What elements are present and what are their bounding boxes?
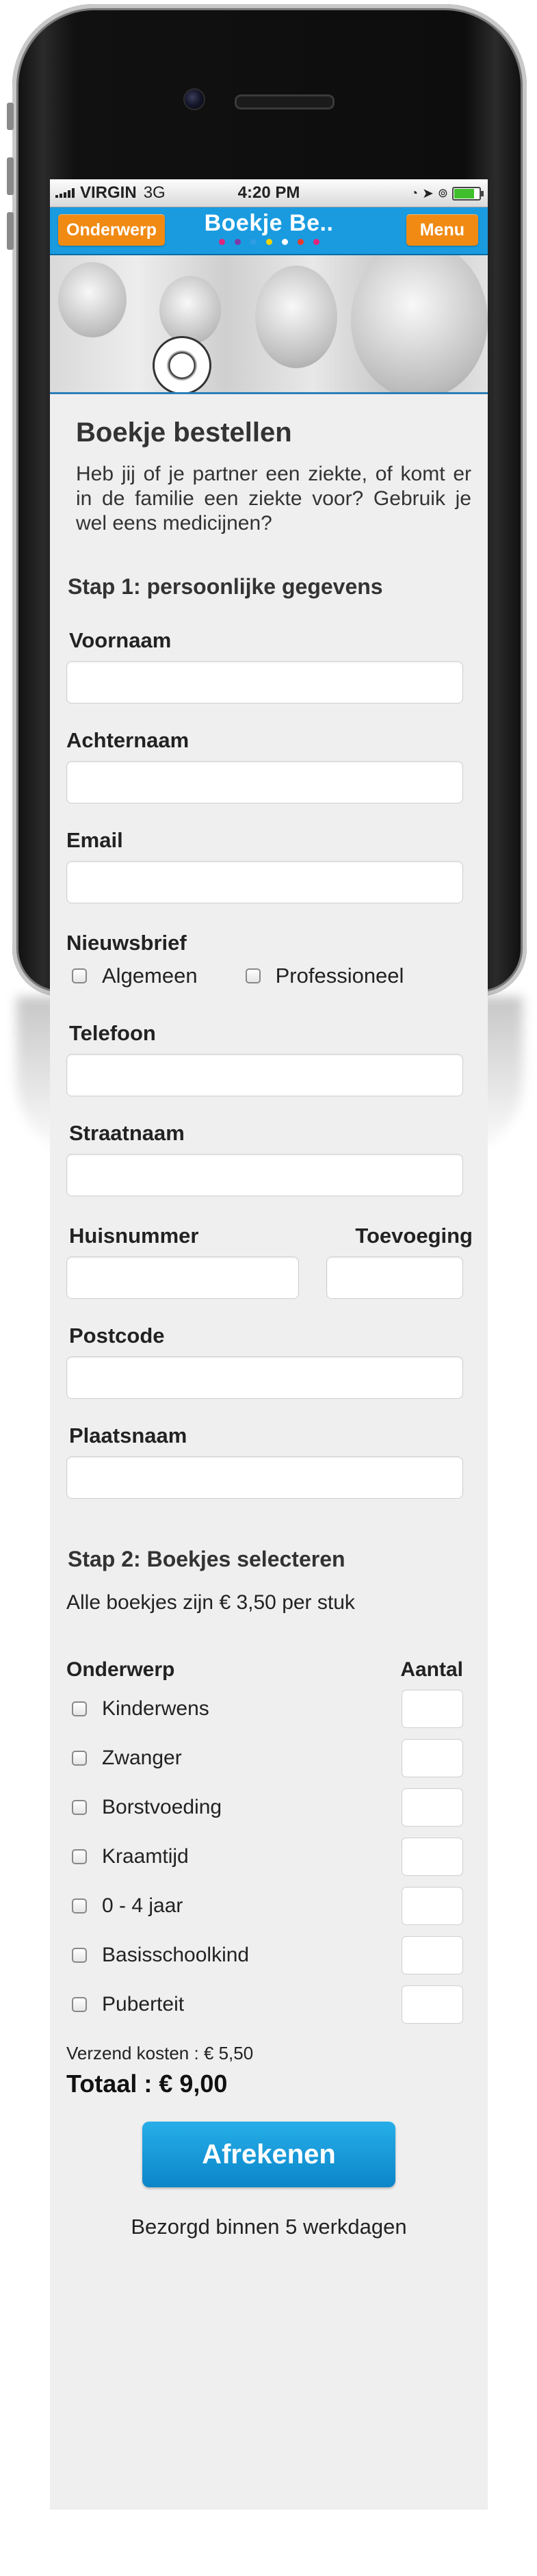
phone-screen: VIRGIN 3G 4:20 PM ◔ ➤ ⊚ Onderwerp Boekje…: [50, 179, 488, 2510]
mute-switch: [7, 103, 14, 130]
order-form: Boekje bestellen Heb jij of je partner e…: [50, 417, 488, 2239]
toddler-photo: [159, 276, 221, 344]
subject-column-header: Onderwerp: [66, 1658, 175, 1681]
brand-dot: [265, 239, 272, 245]
phone-input[interactable]: [66, 1054, 463, 1096]
order-item-checkbox[interactable]: [72, 1701, 87, 1716]
last-name-input[interactable]: [66, 761, 463, 803]
step1-heading: Stap 1: persoonlijke gegevens: [68, 574, 383, 599]
street-label: Straatnaam: [69, 1121, 185, 1145]
volume-up-button: [7, 157, 14, 195]
first-name-input[interactable]: [66, 661, 463, 704]
order-item-quantity-input[interactable]: [402, 1936, 463, 1974]
brand-dot: [297, 239, 304, 245]
order-item-label: Borstvoeding: [102, 1796, 222, 1818]
order-row: 0 - 4 jaar: [66, 1881, 463, 1931]
city-label: Plaatsnaam: [69, 1424, 187, 1447]
order-table-header: Onderwerp Aantal: [66, 1658, 463, 1682]
alarm-icon: ⊚: [437, 186, 448, 200]
last-name-label: Achternaam: [66, 728, 189, 752]
order-item-label: Kinderwens: [102, 1697, 209, 1720]
order-total: Totaal : € 9,00: [66, 2070, 228, 2098]
order-item-checkbox[interactable]: [72, 1948, 87, 1963]
newsletter-label: Nieuwsbrief: [66, 931, 187, 955]
first-name-label: Voornaam: [69, 628, 172, 652]
order-item-quantity-input[interactable]: [402, 1985, 463, 2024]
page-title: Boekje bestellen: [76, 417, 292, 448]
brand-dot: [313, 239, 319, 245]
front-camera: [183, 88, 205, 110]
order-row: Kinderwens: [66, 1684, 463, 1734]
order-item-label: Basisschoolkind: [102, 1944, 250, 1966]
order-list: Kinderwens Zwanger Borstvoeding Kraamtijd 0 …: [66, 1684, 463, 2029]
order-row: Borstvoeding: [66, 1783, 463, 1832]
status-bar: VIRGIN 3G 4:20 PM ◔ ➤ ⊚: [50, 179, 488, 207]
baby-photo: [58, 262, 127, 337]
smiling-boy-photo: [351, 255, 488, 392]
order-item-quantity-input[interactable]: [402, 1690, 463, 1728]
price-note: Alle boekjes zijn € 3,50 per stuk: [66, 1591, 355, 1614]
app-header: Onderwerp Boekje Be.. Menu: [50, 207, 488, 255]
order-item-label: Zwanger: [102, 1747, 182, 1769]
newsletter-options: Algemeen Professioneel: [66, 964, 471, 988]
order-item-label: 0 - 4 jaar: [102, 1894, 183, 1917]
newsletter-general-label: Algemeen: [102, 964, 198, 988]
brand-dot: [250, 239, 257, 245]
postcode-input[interactable]: [66, 1356, 463, 1399]
postcode-label: Postcode: [69, 1324, 165, 1348]
football-photo: [153, 336, 211, 392]
order-row: Basisschoolkind: [66, 1931, 463, 1980]
addition-input[interactable]: [326, 1257, 463, 1299]
order-row: Zwanger: [66, 1734, 463, 1783]
brand-dot: [234, 239, 241, 245]
street-input[interactable]: [66, 1154, 463, 1196]
newsletter-professional-label: Professioneel: [275, 964, 404, 988]
amount-column-header: Aantal: [400, 1658, 463, 1681]
delivery-note: Bezorgd binnen 5 werkdagen: [131, 2215, 407, 2239]
city-input[interactable]: [66, 1456, 463, 1499]
battery-level: [454, 188, 474, 198]
newsletter-professional-checkbox[interactable]: [245, 968, 261, 983]
child-eating-photo: [255, 266, 337, 368]
order-item-quantity-input[interactable]: [402, 1887, 463, 1925]
order-row: Kraamtijd: [66, 1832, 463, 1881]
children-banner-image: [50, 255, 488, 394]
phone-label: Telefoon: [69, 1021, 156, 1045]
volume-down-button: [7, 212, 14, 250]
menu-button[interactable]: Menu: [406, 214, 478, 246]
location-icon: ➤: [422, 186, 434, 201]
earpiece-speaker: [235, 94, 335, 110]
newsletter-general-checkbox[interactable]: [72, 968, 87, 983]
order-item-quantity-input[interactable]: [402, 1838, 463, 1876]
order-item-checkbox[interactable]: [72, 1849, 87, 1864]
order-item-label: Puberteit: [102, 1993, 185, 2015]
order-item-checkbox[interactable]: [72, 1800, 87, 1815]
brand-dot: [281, 239, 288, 245]
order-item-checkbox[interactable]: [72, 1997, 87, 2012]
order-item-checkbox[interactable]: [72, 1898, 87, 1914]
battery-icon: [452, 186, 484, 201]
order-row: Puberteit: [66, 1980, 463, 2029]
brand-dot: [218, 239, 225, 245]
email-label: Email: [66, 828, 123, 852]
order-item-label: Kraamtijd: [102, 1845, 189, 1868]
intro-text: Heb jij of je partner een ziekte, of kom…: [76, 463, 471, 534]
house-number-input[interactable]: [66, 1257, 299, 1299]
checkout-button[interactable]: Afrekenen: [142, 2122, 395, 2187]
step2-heading: Stap 2: Boekjes selecteren: [68, 1547, 345, 1571]
order-item-quantity-input[interactable]: [402, 1739, 463, 1777]
shipping-cost: Verzend kosten : € 5,50: [66, 2043, 254, 2063]
email-input[interactable]: [66, 861, 463, 903]
order-item-quantity-input[interactable]: [402, 1788, 463, 1827]
orientation-lock-icon: ◔: [410, 186, 419, 200]
house-number-label: Huisnummer: [69, 1224, 199, 1248]
order-item-checkbox[interactable]: [72, 1751, 87, 1766]
addition-label: Toevoeging: [355, 1224, 473, 1248]
